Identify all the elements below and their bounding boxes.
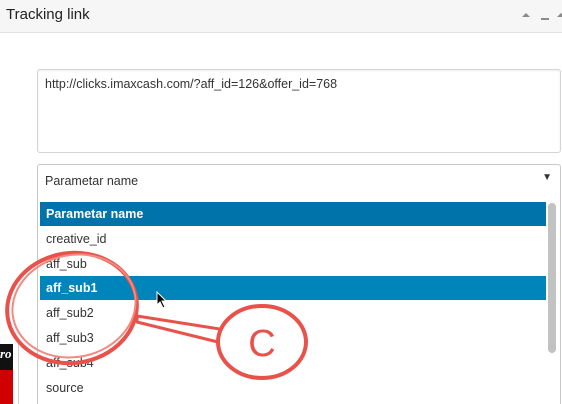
option-creative-id[interactable]: creative_id [40,227,546,251]
collapse-icon[interactable] [554,8,562,22]
select-value: Parametar name [45,174,139,188]
background-logo: ro [0,344,13,404]
logo-text: ro [0,346,12,361]
option-parametar-name[interactable]: Parametar name [40,202,546,226]
divider [18,344,19,404]
parameter-dropdown-list: Parametar name creative_id aff_sub aff_s… [37,197,561,404]
logo-red-band [0,370,13,404]
option-aff-sub4[interactable]: aff_sub4 [40,351,546,375]
option-source[interactable]: source [40,376,546,400]
dropdown-arrow-icon: ▼ [542,172,552,183]
dropdown-scrollbar[interactable] [548,203,556,403]
option-aff-sub3[interactable]: aff_sub3 [40,326,546,350]
option-aff-sub1[interactable]: aff_sub1 [40,276,546,300]
collapse-icon[interactable] [519,8,533,22]
minimize-icon[interactable] [538,8,552,22]
parameter-name-select[interactable]: Parametar name ▼ [37,164,561,198]
panel-title: Tracking link [6,6,90,23]
tracking-url-field[interactable]: http://clicks.imaxcash.com/?aff_id=126&o… [37,69,561,153]
mouse-cursor-icon [156,291,168,309]
option-aff-sub2[interactable]: aff_sub2 [40,301,546,325]
panel-header: Tracking link [0,0,562,33]
option-aff-sub[interactable]: aff_sub [40,252,546,276]
page: Tracking link http://clicks.imaxcash.com… [0,0,562,404]
scrollbar-thumb[interactable] [548,203,556,353]
